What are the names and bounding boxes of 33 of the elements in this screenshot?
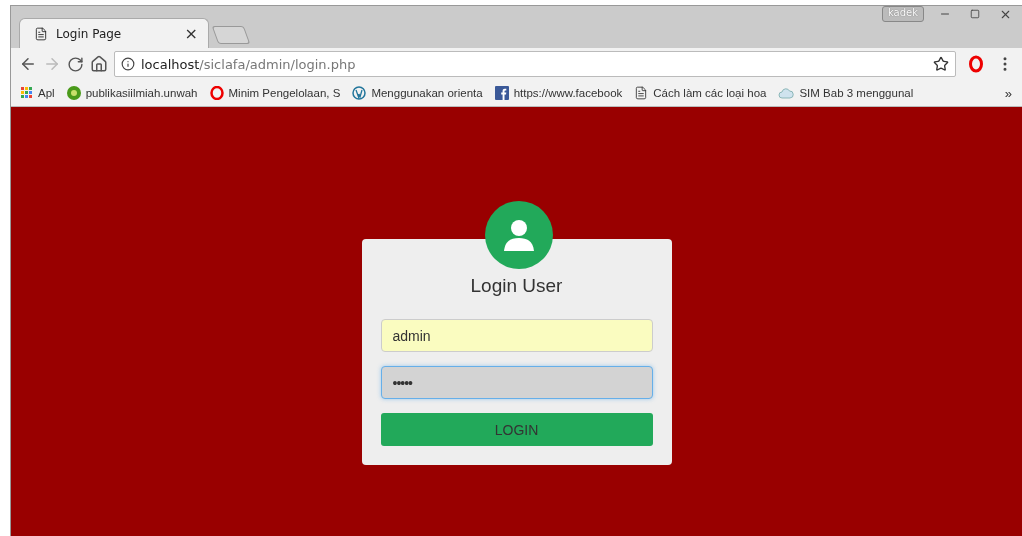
bookmark[interactable]: Menggunakan orienta <box>352 86 483 100</box>
bookmark[interactable]: SIM Bab 3 menggunal <box>778 87 914 99</box>
facebook-icon <box>494 86 509 100</box>
maximize-icon[interactable] <box>970 9 980 19</box>
star-icon[interactable] <box>933 56 949 72</box>
browser-tab[interactable]: Login Page × <box>19 18 209 48</box>
bookmark[interactable]: https://www.facebook <box>494 86 623 100</box>
close-icon[interactable]: × <box>184 24 198 43</box>
bookmark[interactable]: publikasiilmiah.unwah <box>66 86 198 100</box>
info-icon[interactable] <box>121 57 135 71</box>
apps-icon <box>21 87 33 99</box>
globe-icon <box>66 86 81 100</box>
page-icon <box>34 26 48 41</box>
url-host: localhost <box>141 56 200 72</box>
home-icon[interactable] <box>90 55 108 73</box>
address-bar[interactable]: localhost/siclafa/admin/login.php <box>114 51 956 77</box>
login-button[interactable]: LOGIN <box>380 413 653 446</box>
more-bookmarks[interactable]: » <box>1004 85 1012 101</box>
cloud-icon <box>778 87 795 99</box>
tab-title: Login Page <box>56 26 123 41</box>
username-field[interactable]: admin <box>380 319 653 352</box>
password-field[interactable]: ••••• <box>380 366 653 399</box>
bookmark[interactable]: Apl <box>21 87 55 99</box>
back-icon[interactable] <box>19 55 37 73</box>
bookmark[interactable]: Minim Pengelolaan, S <box>209 86 341 100</box>
wordpress-icon <box>352 86 367 100</box>
login-title: Login User <box>469 275 564 297</box>
reload-icon[interactable] <box>67 55 84 73</box>
page-icon <box>634 86 649 100</box>
opera-icon[interactable] <box>968 55 984 73</box>
bookmark[interactable]: Cách làm các loại hoa <box>634 86 767 100</box>
url-path: /siclafa/admin/login.php <box>199 56 357 72</box>
opera-icon <box>209 86 224 100</box>
